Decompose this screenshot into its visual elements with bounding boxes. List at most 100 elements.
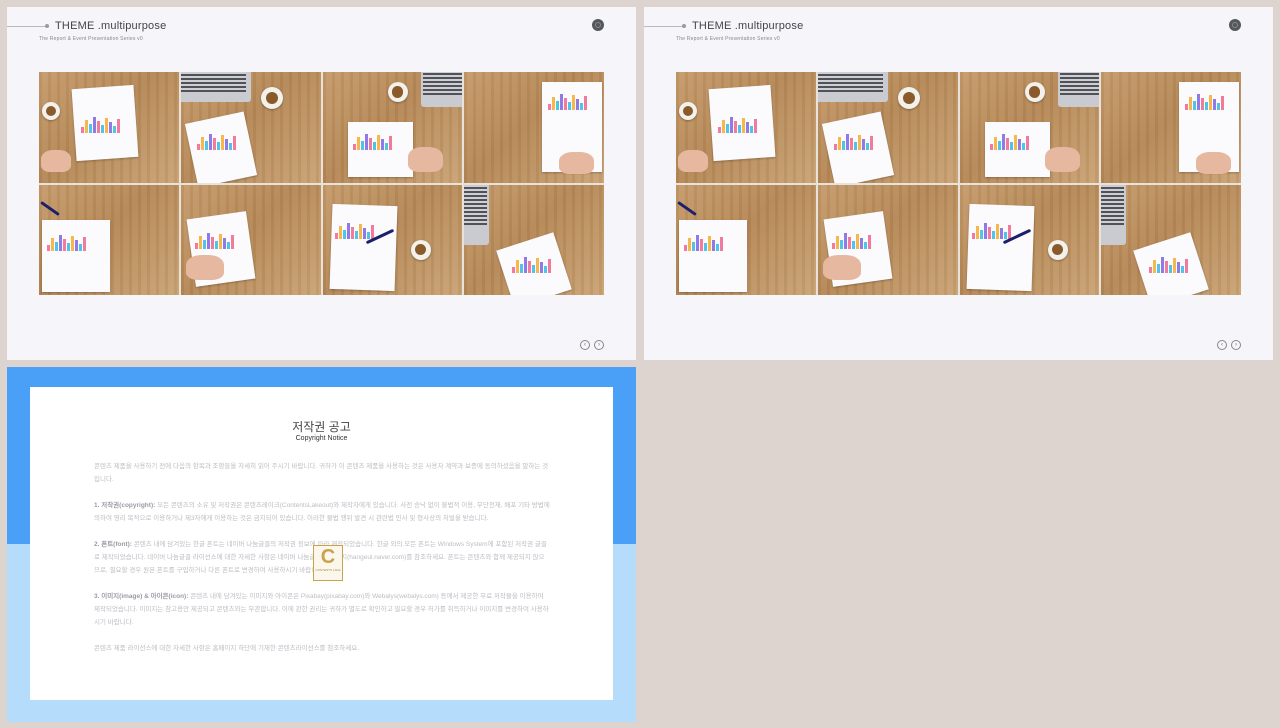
chart-bars-illustration — [352, 134, 392, 150]
bar-illustration — [548, 104, 552, 110]
bar-illustration — [855, 233, 859, 249]
bar-illustration — [1173, 257, 1177, 273]
hand-illustration — [185, 254, 224, 280]
bar-illustration — [59, 234, 62, 251]
next-arrow-icon[interactable]: › — [1231, 340, 1241, 350]
slide-nav: ‹ › — [580, 340, 604, 350]
bar-illustration — [576, 99, 580, 110]
bar-illustration — [742, 118, 745, 133]
bar-illustration — [845, 134, 849, 150]
bar-illustration — [865, 143, 869, 150]
prev-arrow-icon[interactable]: ‹ — [580, 340, 590, 350]
bar-illustration — [1189, 97, 1193, 110]
bar-illustration — [540, 261, 544, 273]
bar-illustration — [851, 240, 855, 249]
bar-illustration — [368, 138, 372, 150]
bar-illustration — [117, 119, 120, 133]
bar-illustration — [214, 240, 218, 249]
bar-illustration — [352, 144, 356, 150]
bar-illustration — [350, 226, 354, 239]
bar-illustration — [1157, 263, 1161, 273]
bar-illustration — [989, 144, 993, 150]
bar-illustration — [857, 135, 861, 150]
bar-illustration — [1193, 101, 1197, 110]
bar-illustration — [109, 122, 112, 133]
hand-illustration — [407, 147, 443, 172]
coffee-cup-illustration — [410, 239, 431, 260]
bar-illustration — [568, 102, 572, 110]
bar-illustration — [746, 122, 749, 133]
photo-tile — [1101, 184, 1241, 295]
bar-illustration — [516, 259, 520, 273]
bar-illustration — [208, 134, 212, 150]
bar-illustration — [548, 258, 552, 273]
bar-illustration — [979, 229, 983, 239]
bar-illustration — [196, 144, 200, 150]
bar-illustration — [853, 142, 857, 150]
bar-illustration — [202, 239, 206, 249]
corner-logo-icon — [592, 19, 604, 31]
prev-arrow-icon[interactable]: ‹ — [1217, 340, 1227, 350]
bar-illustration — [360, 141, 364, 150]
bar-illustration — [356, 137, 360, 150]
bar-illustration — [1169, 264, 1173, 273]
copyright-footer: 콘텐츠 제품 라이선스에 대한 자세한 사항은 홈페이지 하단에 기재한 콘텐츠… — [94, 645, 360, 652]
bar-illustration — [226, 241, 230, 249]
bar-illustration — [366, 231, 370, 239]
bar-illustration — [831, 242, 835, 249]
bar-illustration — [867, 234, 871, 249]
photo-tile — [676, 72, 816, 183]
slide-preview-1[interactable]: THEME .multipurpose The Report & Event P… — [7, 7, 636, 360]
bar-illustration — [712, 239, 715, 251]
section-text: 모든 콘텐츠의 소유 및 저작권은 콘텐츠레이크(ContentsLakeout… — [94, 502, 550, 522]
laptop-illustration — [1057, 72, 1100, 107]
bar-illustration — [536, 257, 540, 273]
bar-illustration — [532, 264, 536, 273]
bar-illustration — [55, 241, 58, 251]
bar-illustration — [380, 139, 384, 150]
bar-illustration — [720, 236, 723, 251]
bar-illustration — [841, 141, 845, 150]
bar-illustration — [738, 125, 741, 133]
next-arrow-icon[interactable]: › — [594, 340, 604, 350]
bar-illustration — [362, 227, 366, 239]
chart-bars-illustration — [47, 234, 86, 251]
bar-illustration — [1185, 104, 1189, 110]
bar-illustration — [552, 97, 556, 110]
bar-illustration — [1177, 261, 1181, 273]
bar-illustration — [835, 235, 839, 249]
bar-illustration — [837, 137, 841, 150]
section-heading: 1. 저작권(copyright): — [94, 502, 156, 509]
section-heading: 2. 폰트(font): — [94, 541, 132, 548]
slide-subtitle: The Report & Event Presentation Series v… — [39, 36, 143, 42]
bar-illustration — [849, 138, 853, 150]
photo-tile — [322, 184, 463, 295]
chart-bars-illustration — [194, 232, 234, 249]
bar-illustration — [1009, 142, 1013, 150]
copyright-card: 저작권 공고 Copyright Notice 콘텐츠 제품을 사용하기 전에 … — [30, 387, 613, 700]
photo-grid — [676, 72, 1241, 295]
chart-bars-illustration — [971, 222, 1011, 239]
copyright-slide[interactable]: 저작권 공고 Copyright Notice 콘텐츠 제품을 사용하기 전에 … — [7, 367, 636, 722]
bar-illustration — [692, 241, 695, 251]
chart-bars-illustration — [512, 256, 552, 273]
report-paper-illustration — [329, 203, 397, 291]
chart-bars-illustration — [718, 117, 757, 133]
chart-bars-illustration — [833, 134, 873, 150]
photo-tile — [464, 72, 604, 183]
bar-illustration — [859, 237, 863, 249]
bar-illustration — [388, 136, 392, 150]
slide-preview-2[interactable]: THEME .multipurpose The Report & Event P… — [644, 7, 1273, 360]
photo-tile — [464, 184, 604, 295]
bar-illustration — [869, 136, 873, 150]
bar-illustration — [354, 230, 358, 239]
bar-illustration — [1217, 103, 1221, 110]
bar-illustration — [364, 134, 368, 150]
bar-illustration — [1209, 95, 1213, 110]
bar-illustration — [708, 235, 711, 251]
bar-illustration — [71, 235, 74, 251]
bar-illustration — [991, 230, 995, 239]
hand-illustration — [41, 150, 71, 172]
bar-illustration — [839, 239, 843, 249]
bar-illustration — [1025, 136, 1029, 150]
